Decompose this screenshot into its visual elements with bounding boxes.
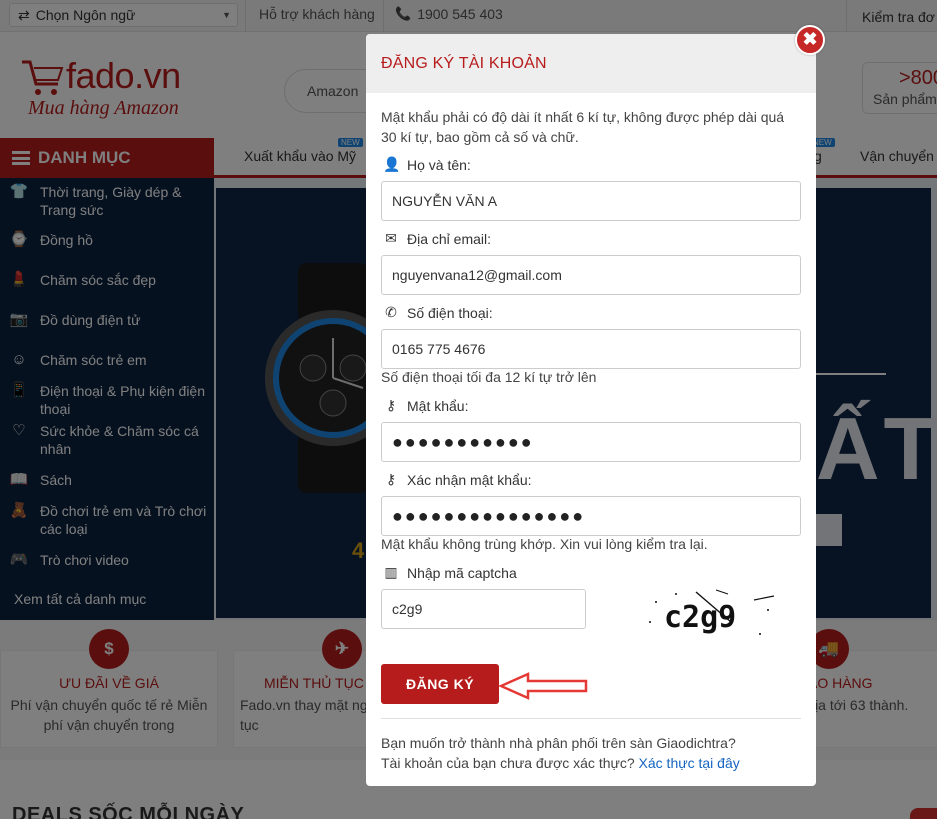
key-icon: ⚷ [385, 471, 397, 487]
phone-icon: ✆ [385, 304, 397, 320]
email-label-text: Địa chỉ email: [407, 230, 492, 247]
verify-account-text: Tài khoản của bạn chưa được xác thực? Xá… [381, 753, 740, 773]
name-label: 👤 Họ và tên: [383, 156, 471, 173]
confirm-password-label-text: Xác nhận mật khẩu: [407, 471, 532, 488]
close-button[interactable]: ✖ [795, 25, 825, 55]
name-label-text: Họ và tên: [407, 156, 471, 173]
key-icon: ⚷ [385, 397, 397, 413]
modal-title: ĐĂNG KÝ TÀI KHOẢN [381, 55, 547, 72]
phone-label: ✆ Số điện thoại: [383, 304, 493, 321]
phone-hint: Số điện thoại tối đa 12 kí tự trở lên [381, 369, 597, 385]
modal-header: ĐĂNG KÝ TÀI KHOẢN [366, 34, 816, 93]
email-field[interactable] [381, 255, 801, 295]
phone-field[interactable] [381, 329, 801, 369]
password-rule-text: Mật khẩu phải có độ dài ít nhất 6 kí tự,… [381, 109, 785, 145]
captcha-label: ▥ Nhập mã captcha [383, 564, 517, 581]
password-label-text: Mật khẩu: [407, 397, 469, 414]
password-label: ⚷ Mật khẩu: [383, 397, 469, 414]
register-modal: ĐĂNG KÝ TÀI KHOẢN Mật khẩu phải có độ dà… [366, 34, 816, 786]
confirm-password-field[interactable] [381, 496, 801, 536]
password-field[interactable] [381, 422, 801, 462]
captcha-field[interactable] [381, 589, 586, 629]
email-label: ✉ Địa chỉ email: [383, 230, 491, 247]
verify-link[interactable]: Xác thực tại đây [639, 755, 740, 771]
user-icon: 👤 [383, 156, 401, 172]
verify-question: Tài khoản của bạn chưa được xác thực? [381, 755, 635, 771]
barcode-icon: ▥ [384, 564, 398, 580]
arrow-annotation-icon [498, 672, 588, 700]
divider [381, 718, 801, 719]
confirm-password-label: ⚷ Xác nhận mật khẩu: [383, 471, 532, 488]
phone-label-text: Số điện thoại: [407, 304, 493, 321]
password-mismatch-error: Mật khẩu không trùng khớp. Xin vui lòng … [381, 536, 708, 552]
distributor-text: Bạn muốn trở thành nhà phân phối trên sà… [381, 735, 736, 751]
captcha-image[interactable]: c2g9 [636, 582, 781, 648]
name-field[interactable] [381, 181, 801, 221]
envelope-icon: ✉ [385, 230, 397, 246]
captcha-label-text: Nhập mã captcha [407, 564, 517, 581]
register-button[interactable]: ĐĂNG KÝ [381, 664, 499, 704]
